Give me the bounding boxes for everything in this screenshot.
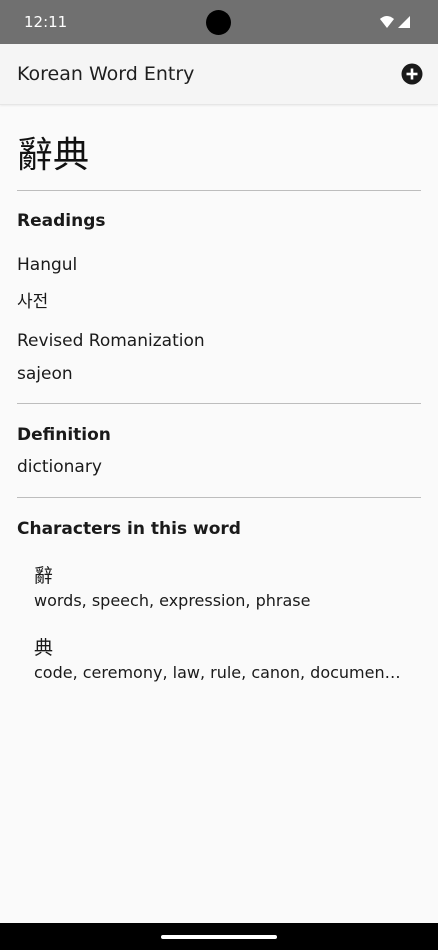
navigation-bar [0, 923, 438, 950]
status-bar: 12:11 [0, 0, 438, 44]
status-icons [380, 16, 410, 28]
wifi-icon [380, 16, 394, 28]
app-bar: Korean Word Entry [0, 44, 438, 105]
character-glyph[interactable]: 典 [34, 633, 53, 660]
divider [17, 403, 421, 404]
divider [17, 190, 421, 191]
hangul-value: 사전 [17, 292, 49, 312]
app-title: Korean Word Entry [17, 63, 195, 85]
camera-cutout [206, 10, 231, 35]
characters-title: Characters in this word [17, 519, 241, 539]
character-meaning[interactable]: words, speech, expression, phrase [34, 591, 404, 610]
romanization-value: sajeon [17, 364, 73, 384]
definition-title: Definition [17, 425, 111, 445]
character-meaning[interactable]: code, ceremony, law, rule, canon, docume… [34, 663, 404, 682]
add-circle-icon[interactable] [401, 63, 423, 85]
romanization-label: Revised Romanization [17, 331, 205, 351]
headword: 辭典 [17, 135, 90, 176]
status-time: 12:11 [24, 13, 68, 31]
signal-icon [398, 16, 410, 28]
divider [17, 497, 421, 498]
home-handle[interactable] [161, 935, 277, 939]
character-glyph[interactable]: 辭 [34, 561, 53, 588]
readings-title: Readings [17, 211, 106, 231]
definition-value: dictionary [17, 457, 102, 477]
hangul-label: Hangul [17, 255, 78, 275]
